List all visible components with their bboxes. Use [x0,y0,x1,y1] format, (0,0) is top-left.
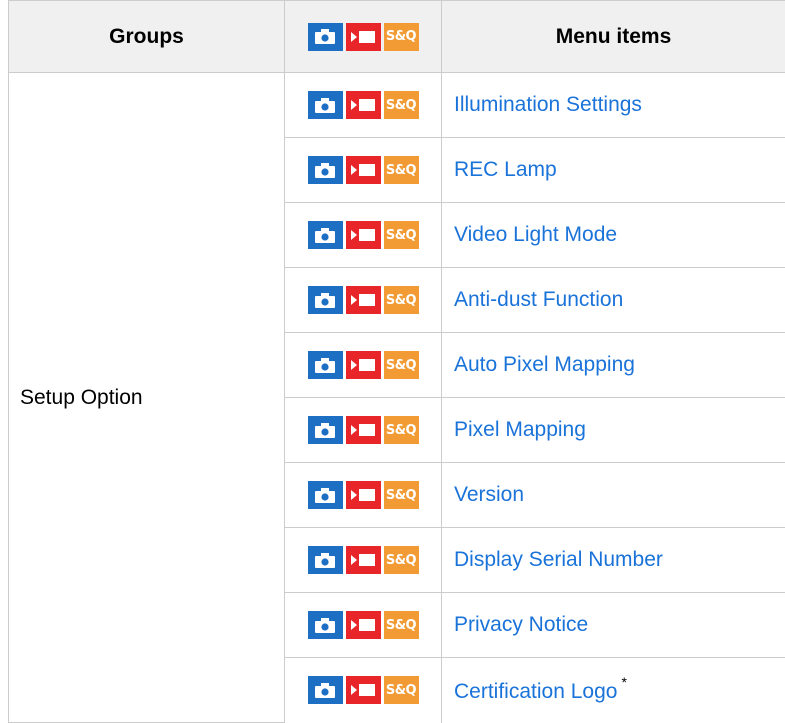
mode-badges: S&Q [308,351,419,379]
menu-item-cell: Privacy Notice [442,593,785,658]
mode-icons-cell: S&Q [285,203,442,268]
sq-badge: S&Q [384,351,419,379]
camera-icon [308,221,343,249]
groups-header: Groups [9,1,285,73]
mode-badges: S&Q [308,546,419,574]
menu-item-cell: Anti-dust Function [442,268,785,333]
mode-icons-cell: S&Q [285,333,442,398]
menu-item-cell: Pixel Mapping [442,398,785,463]
movie-icon [346,416,381,444]
menu-table: Groups S&Q Menu items Setup Option S&Q Ill… [8,0,785,723]
table-row: Setup OptionS&QIllumination Settings [9,73,785,138]
sq-badge: S&Q [384,416,419,444]
mode-icons-cell: S&Q [285,398,442,463]
camera-icon [308,156,343,184]
mode-badges: S&Q [308,23,419,51]
menu-item-link[interactable]: Pixel Mapping [454,418,586,441]
menu-item-cell: Version [442,463,785,528]
menu-item-cell: Auto Pixel Mapping [442,333,785,398]
sq-badge: S&Q [384,91,419,119]
movie-icon [346,676,381,704]
sq-badge: S&Q [384,546,419,574]
mode-badges: S&Q [308,286,419,314]
menu-item-link[interactable]: REC Lamp [454,158,557,181]
camera-icon [308,416,343,444]
menu-items-header: Menu items [442,1,785,73]
mode-icons-cell: S&Q [285,138,442,203]
camera-icon [308,91,343,119]
movie-icon [346,611,381,639]
sq-badge: S&Q [384,156,419,184]
movie-icon [346,221,381,249]
menu-item-link[interactable]: Auto Pixel Mapping [454,353,635,376]
mode-badges: S&Q [308,676,419,704]
mode-badges: S&Q [308,416,419,444]
mode-icons-cell: S&Q [285,73,442,138]
menu-item-cell: Illumination Settings [442,73,785,138]
camera-icon [308,676,343,704]
mode-icons-cell: S&Q [285,268,442,333]
camera-icon [308,23,343,51]
menu-item-cell: Video Light Mode [442,203,785,268]
mode-icons-cell: S&Q [285,593,442,658]
camera-icon [308,286,343,314]
movie-icon [346,481,381,509]
mode-badges: S&Q [308,91,419,119]
menu-item-link[interactable]: Display Serial Number [454,548,663,571]
movie-icon [346,286,381,314]
menu-item-link[interactable]: Version [454,483,524,506]
menu-item-cell: REC Lamp [442,138,785,203]
camera-icon [308,351,343,379]
sq-badge: S&Q [384,676,419,704]
mode-badges: S&Q [308,611,419,639]
mode-badges: S&Q [308,221,419,249]
footnote-marker: * [621,674,626,690]
camera-icon [308,546,343,574]
mode-icons-cell: S&Q [285,528,442,593]
movie-icon [346,23,381,51]
mode-icons-cell: S&Q [285,463,442,528]
menu-item-link[interactable]: Illumination Settings [454,93,642,116]
menu-item-link[interactable]: Video Light Mode [454,223,617,246]
group-cell: Setup Option [9,73,285,723]
sq-badge: S&Q [384,221,419,249]
movie-icon [346,351,381,379]
sq-badge: S&Q [384,286,419,314]
camera-icon [308,481,343,509]
modes-header: S&Q [285,1,442,73]
sq-badge: S&Q [384,23,419,51]
menu-item-cell: Display Serial Number [442,528,785,593]
menu-item-link[interactable]: Certification Logo [454,680,617,703]
sq-badge: S&Q [384,611,419,639]
movie-icon [346,156,381,184]
menu-item-link[interactable]: Anti-dust Function [454,288,623,311]
sq-badge: S&Q [384,481,419,509]
mode-badges: S&Q [308,481,419,509]
movie-icon [346,546,381,574]
menu-item-link[interactable]: Privacy Notice [454,613,588,636]
camera-icon [308,611,343,639]
header-row: Groups S&Q Menu items [9,1,785,73]
movie-icon [346,91,381,119]
mode-badges: S&Q [308,156,419,184]
